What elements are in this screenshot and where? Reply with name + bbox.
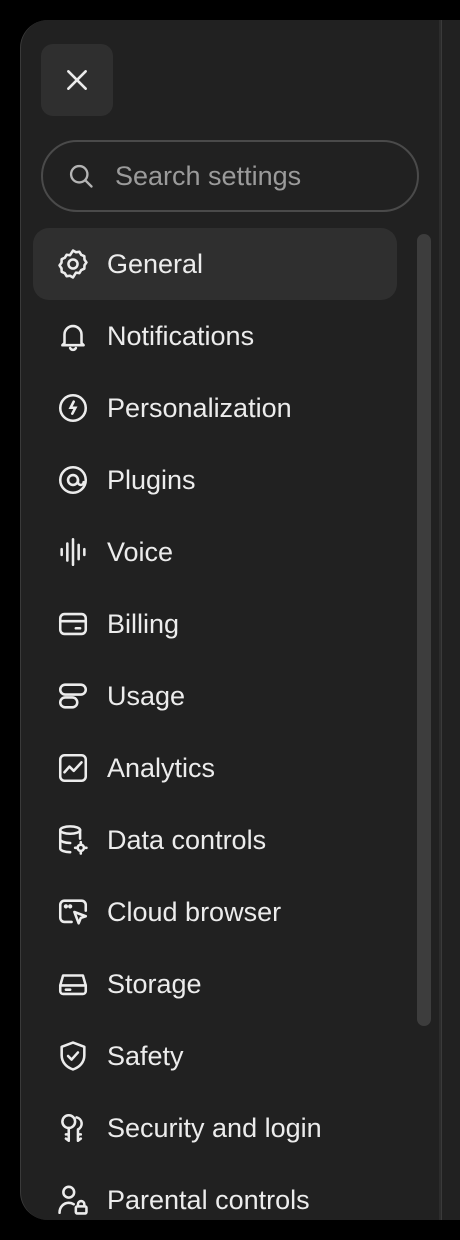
bell-icon <box>55 318 91 354</box>
waveform-icon <box>55 534 91 570</box>
browser-cursor-icon <box>55 894 91 930</box>
nav-item-cloud-browser[interactable]: Cloud browser <box>33 876 397 948</box>
drive-icon <box>55 966 91 1002</box>
nav-item-label: Cloud browser <box>107 896 282 927</box>
nav-item-label: Voice <box>107 536 174 567</box>
nav-item-label: General <box>107 248 204 279</box>
database-gear-icon <box>55 822 91 858</box>
nav-item-storage[interactable]: Storage <box>33 948 397 1020</box>
nav-item-safety[interactable]: Safety <box>33 1020 397 1092</box>
nav-item-label: Plugins <box>107 464 196 495</box>
nav-item-billing[interactable]: Billing <box>33 588 397 660</box>
close-icon <box>64 67 90 93</box>
gear-icon <box>55 246 91 282</box>
nav-item-label: Security and login <box>107 1112 322 1143</box>
nav-item-label: Analytics <box>107 752 216 783</box>
person-lock-icon <box>55 1182 91 1218</box>
plugin-icon <box>55 462 91 498</box>
scrollbar[interactable] <box>417 234 431 1026</box>
nav-item-label: Storage <box>107 968 202 999</box>
panel-divider-line <box>441 20 442 1220</box>
nav-item-security-login[interactable]: Security and login <box>33 1092 397 1164</box>
nav-item-label: Personalization <box>107 392 292 423</box>
nav-item-plugins[interactable]: Plugins <box>33 444 397 516</box>
nav-item-label: Safety <box>107 1040 184 1071</box>
keys-icon <box>55 1110 91 1146</box>
card-icon <box>55 606 91 642</box>
nav-item-personalization[interactable]: Personalization <box>33 372 397 444</box>
usage-icon <box>55 678 91 714</box>
settings-nav: General Notifications Personalization Pl… <box>33 228 397 1220</box>
nav-item-label: Data controls <box>107 824 267 855</box>
nav-item-label: Notifications <box>107 320 255 351</box>
nav-item-analytics[interactable]: Analytics <box>33 732 397 804</box>
settings-panel: General Notifications Personalization <box>20 20 460 1220</box>
search-input[interactable] <box>113 159 397 193</box>
close-button[interactable] <box>41 44 113 116</box>
chart-icon <box>55 750 91 786</box>
shield-check-icon <box>55 1038 91 1074</box>
nav-item-label: Usage <box>107 680 186 711</box>
nav-item-general[interactable]: General <box>33 228 397 300</box>
search-field[interactable] <box>41 140 419 212</box>
nav-item-notifications[interactable]: Notifications <box>33 300 397 372</box>
nav-item-parental-controls[interactable]: Parental controls <box>33 1164 397 1220</box>
nav-item-data-controls[interactable]: Data controls <box>33 804 397 876</box>
nav-item-label: Billing <box>107 608 180 639</box>
personalization-icon <box>55 390 91 426</box>
search-icon <box>67 162 95 190</box>
nav-item-usage[interactable]: Usage <box>33 660 397 732</box>
nav-item-label: Parental controls <box>107 1184 310 1215</box>
nav-item-voice[interactable]: Voice <box>33 516 397 588</box>
